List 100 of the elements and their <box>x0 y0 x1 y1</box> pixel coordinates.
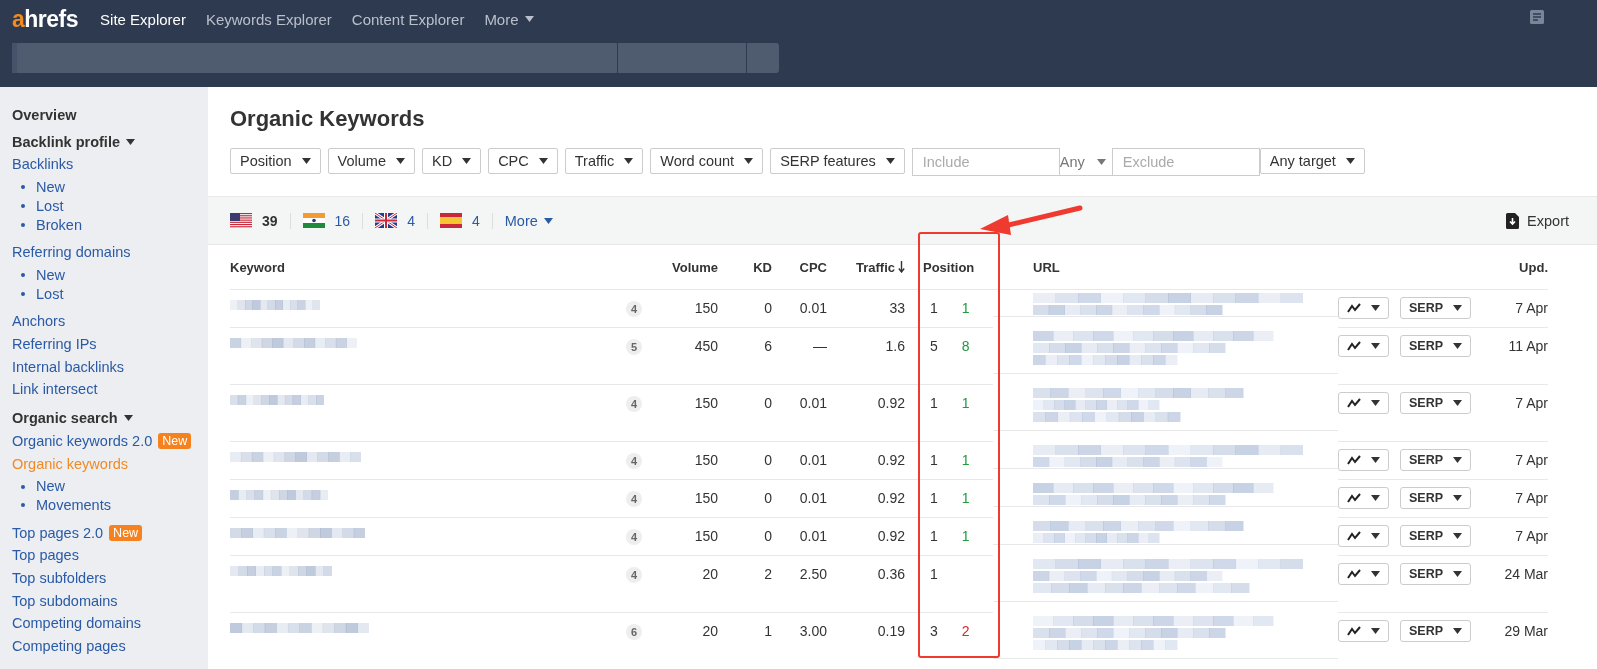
serp-dropdown[interactable]: SERP <box>1400 525 1472 547</box>
bullet-icon <box>21 484 25 489</box>
sidebar-section[interactable]: Backlink profile <box>12 130 120 154</box>
table-cell: 20 <box>702 623 718 639</box>
sidebar-link[interactable]: Organic keywords 2.0 <box>12 429 153 453</box>
filter-dropdown[interactable]: CPC <box>488 148 558 174</box>
caret-icon <box>1371 457 1380 463</box>
filter-dropdown[interactable]: Volume <box>327 148 415 174</box>
sidebar-link[interactable]: Top pages <box>12 544 79 568</box>
chart-dropdown[interactable] <box>1338 620 1389 642</box>
trend-icon <box>1347 569 1361 579</box>
table-cell: 0.36 <box>877 566 905 582</box>
filter-dropdown[interactable]: KD <box>421 148 482 174</box>
position-change: 1 <box>961 528 970 544</box>
table-cell: 1.6 <box>885 338 905 354</box>
chart-dropdown[interactable] <box>1338 297 1389 319</box>
sidebar-link[interactable]: Internal backlinks <box>12 355 125 379</box>
sidebar-link[interactable]: Top subdomains <box>12 589 118 613</box>
country-tab[interactable]: 4 <box>427 212 493 229</box>
position-value: 1 <box>930 300 938 316</box>
chart-dropdown[interactable] <box>1338 525 1389 547</box>
sidebar-sublink[interactable]: New <box>36 477 65 496</box>
caret-icon <box>1453 495 1463 501</box>
sidebar-link[interactable]: Backlinks <box>12 153 74 177</box>
filter-dropdown[interactable]: SERP features <box>770 148 905 174</box>
column-header[interactable]: Volume <box>672 259 718 275</box>
table-cell: 0.01 <box>799 452 827 468</box>
sidebar-sublink[interactable]: Lost <box>36 196 64 216</box>
sidebar-heading[interactable]: Overview <box>12 104 77 127</box>
serp-dropdown[interactable]: SERP <box>1400 487 1472 509</box>
caret-icon <box>126 139 135 146</box>
sidebar-link[interactable]: Competing domains <box>12 612 141 636</box>
sidebar-link[interactable]: Top pages 2.0 <box>12 521 104 545</box>
column-header[interactable]: Position <box>923 259 975 275</box>
column-header[interactable]: Traffic <box>856 259 905 275</box>
serp-dropdown[interactable]: SERP <box>1400 297 1472 319</box>
notes-icon[interactable] <box>1529 9 1545 25</box>
sidebar-link[interactable]: Link intersect <box>12 378 98 402</box>
table-cell: 2 <box>764 566 772 582</box>
filter-dropdown[interactable]: Position <box>230 148 321 174</box>
sidebar-section[interactable]: Organic search <box>12 407 118 430</box>
country-tab[interactable]: 16 <box>290 212 364 229</box>
caret-icon <box>1453 533 1463 539</box>
caret-icon <box>1453 457 1463 463</box>
sidebar-link[interactable]: Referring domains <box>12 241 131 264</box>
sidebar-sublink[interactable]: Broken <box>36 215 82 235</box>
filter-input[interactable]: Exclude <box>1111 148 1260 176</box>
trend-icon <box>1347 341 1361 351</box>
filter-dropdown[interactable]: Traffic <box>564 148 644 174</box>
word-count: 4 <box>626 301 642 317</box>
sidebar-link[interactable]: Anchors <box>12 310 66 334</box>
serp-dropdown[interactable]: SERP <box>1400 335 1472 357</box>
logo[interactable]: ahrefs <box>12 5 79 33</box>
sidebar-link[interactable]: Competing pages <box>12 635 126 658</box>
nav-link[interactable]: More <box>484 10 534 28</box>
table-cell: 0 <box>764 300 772 316</box>
download-icon <box>1506 212 1520 229</box>
nav-link[interactable]: Site Explorer <box>100 10 186 28</box>
serp-dropdown[interactable]: SERP <box>1400 563 1472 585</box>
chart-dropdown[interactable] <box>1338 449 1389 471</box>
sidebar-link[interactable]: Top subfolders <box>12 567 107 590</box>
table-cell: 2.50 <box>799 566 827 582</box>
nav-link[interactable]: Keywords Explorer <box>205 10 332 28</box>
chart-dropdown[interactable] <box>1338 487 1389 509</box>
serp-dropdown[interactable]: SERP <box>1400 449 1472 471</box>
export-button[interactable]: Export <box>1500 211 1575 230</box>
nav-link[interactable]: Content Explorer <box>351 10 465 28</box>
word-count: 4 <box>626 453 642 469</box>
filter-input[interactable]: Include <box>911 148 1060 176</box>
column-header[interactable]: Keyword <box>230 259 285 275</box>
sidebar-sublink[interactable]: Lost <box>36 284 64 304</box>
country-tab[interactable]: 4 <box>363 212 428 229</box>
column-header[interactable]: Upd. <box>1519 259 1548 275</box>
country-tab[interactable]: 39 <box>230 212 291 229</box>
word-count: 6 <box>626 624 642 640</box>
position-change: 1 <box>961 395 970 411</box>
serp-dropdown[interactable]: SERP <box>1400 620 1472 642</box>
caret-icon <box>1371 343 1380 349</box>
chart-dropdown[interactable] <box>1338 392 1389 414</box>
table-cell: 0.92 <box>877 452 905 468</box>
search-field[interactable] <box>12 43 779 73</box>
sidebar-sublink[interactable]: New <box>36 178 65 197</box>
sidebar-sublink[interactable]: Movements <box>36 495 111 515</box>
caret-icon <box>301 158 311 164</box>
sidebar-link[interactable]: Referring IPs <box>12 333 97 356</box>
caret-icon <box>885 158 895 164</box>
table-cell: 0.01 <box>799 528 827 544</box>
chart-dropdown[interactable] <box>1338 335 1389 357</box>
filter-dropdown[interactable]: Any target <box>1259 148 1365 174</box>
column-header[interactable]: URL <box>1033 259 1060 275</box>
serp-dropdown[interactable]: SERP <box>1400 392 1472 414</box>
column-header[interactable]: CPC <box>799 259 827 275</box>
bullet-icon <box>21 273 25 278</box>
match-select[interactable]: Any <box>1059 148 1112 176</box>
filter-dropdown[interactable]: Word count <box>650 148 764 174</box>
more-link[interactable]: More <box>492 212 553 229</box>
sidebar-sublink[interactable]: New <box>36 265 65 285</box>
new-badge: New <box>158 433 192 450</box>
column-header[interactable]: KD <box>753 259 772 275</box>
chart-dropdown[interactable] <box>1338 563 1389 585</box>
